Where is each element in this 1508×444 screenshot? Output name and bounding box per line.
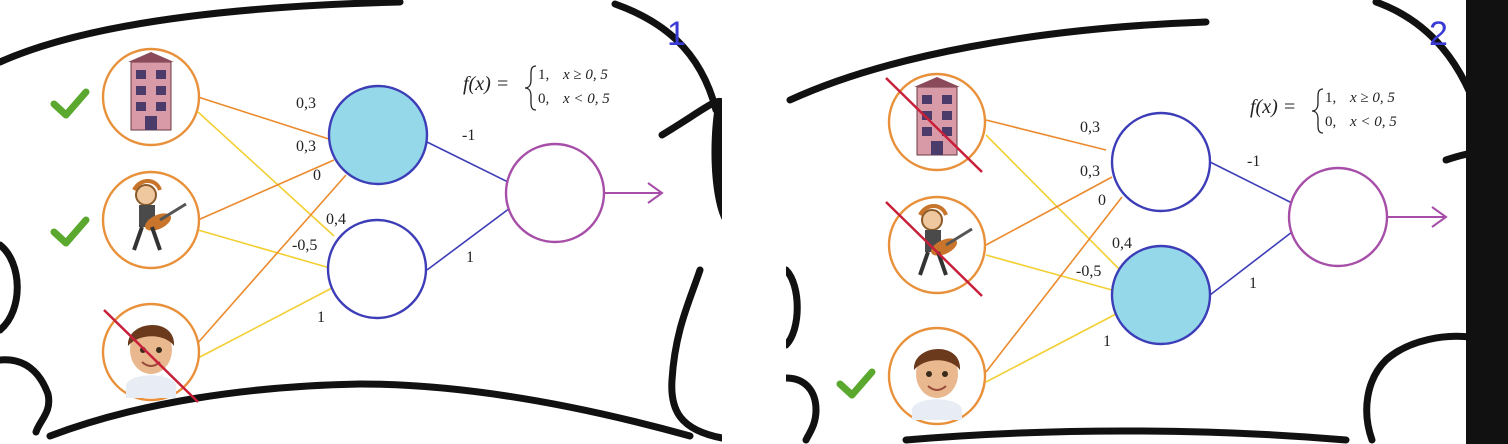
formula-case2-value: 0, (1325, 114, 1336, 130)
building-icon (128, 52, 174, 131)
check-icon (50, 216, 90, 247)
panel-number: 2 (1429, 15, 1448, 53)
weight-label: 0 (1098, 192, 1106, 209)
head-edge-fill (1466, 0, 1508, 444)
hidden-node-bottom-active (1110, 244, 1212, 346)
formula-case1-value: 1, (1325, 90, 1336, 106)
weight-label: 1 (317, 309, 325, 326)
edge-in3-h2 (197, 287, 333, 359)
formula-case2-cond: x < 0, 5 (562, 91, 610, 107)
formula-lhs: f(x) = (463, 73, 509, 95)
weight-label: -1 (1247, 153, 1260, 170)
input-node-guitarist (101, 170, 201, 270)
output-node (504, 142, 606, 244)
formula-case1-cond: x ≥ 0, 5 (1349, 90, 1395, 106)
weight-label: 0,4 (326, 211, 346, 228)
head-edge-fill (711, 104, 722, 220)
diagram-stage: 0,3 0,3 0 0,4 -0,5 1 -1 1 f(x) = 1, x ≥ … (0, 0, 1508, 444)
input-node-boy (101, 302, 201, 402)
weight-label: 0,4 (1112, 235, 1132, 252)
output-node (1287, 166, 1389, 268)
connections (985, 119, 1448, 383)
formula-case1-value: 1, (538, 67, 549, 83)
weight-label: 1 (1249, 275, 1257, 292)
weight-label: 0,3 (1080, 119, 1100, 136)
formula-case1-cond: x ≥ 0, 5 (562, 67, 608, 83)
weight-label: 0,3 (296, 138, 316, 155)
weight-label: 1 (466, 249, 474, 266)
check-icon (50, 88, 90, 119)
hidden-node-top-active (327, 84, 429, 186)
input-node-guitarist (887, 195, 987, 295)
panel-number: 1 (667, 15, 686, 53)
formula-case2-cond: x < 0, 5 (1349, 114, 1397, 130)
boy-face-icon (912, 348, 962, 420)
boy-face-icon (126, 324, 176, 398)
weight-label: 1 (1103, 333, 1111, 350)
edge-h1-out (426, 141, 511, 184)
input-node-boy (887, 326, 987, 426)
check-icon (836, 368, 876, 399)
input-node-building (887, 72, 987, 172)
weight-label: -0,5 (292, 237, 317, 254)
panel-2: 0,3 0,3 0 0,4 -0,5 1 -1 1 f(x) = 1, x ≥ … (786, 0, 1508, 444)
hidden-node-top (1110, 111, 1212, 213)
input-node-building (101, 47, 201, 147)
weight-label: 0,3 (296, 95, 316, 112)
formula-lhs: f(x) = (1250, 96, 1296, 118)
weight-label: -1 (462, 127, 475, 144)
hidden-node-bottom (326, 218, 428, 320)
panel-1: 0,3 0,3 0 0,4 -0,5 1 -1 1 f(x) = 1, x ≥ … (0, 0, 722, 442)
activation-formula: f(x) = 1, x ≥ 0, 5 0, x < 0, 5 (1250, 88, 1397, 134)
weight-label: 0,3 (1080, 163, 1100, 180)
formula-case2-value: 0, (538, 91, 549, 107)
connections (195, 96, 664, 359)
weight-label: 0 (313, 167, 321, 184)
weight-label: -0,5 (1076, 263, 1101, 280)
activation-formula: f(x) = 1, x ≥ 0, 5 0, x < 0, 5 (463, 65, 610, 111)
